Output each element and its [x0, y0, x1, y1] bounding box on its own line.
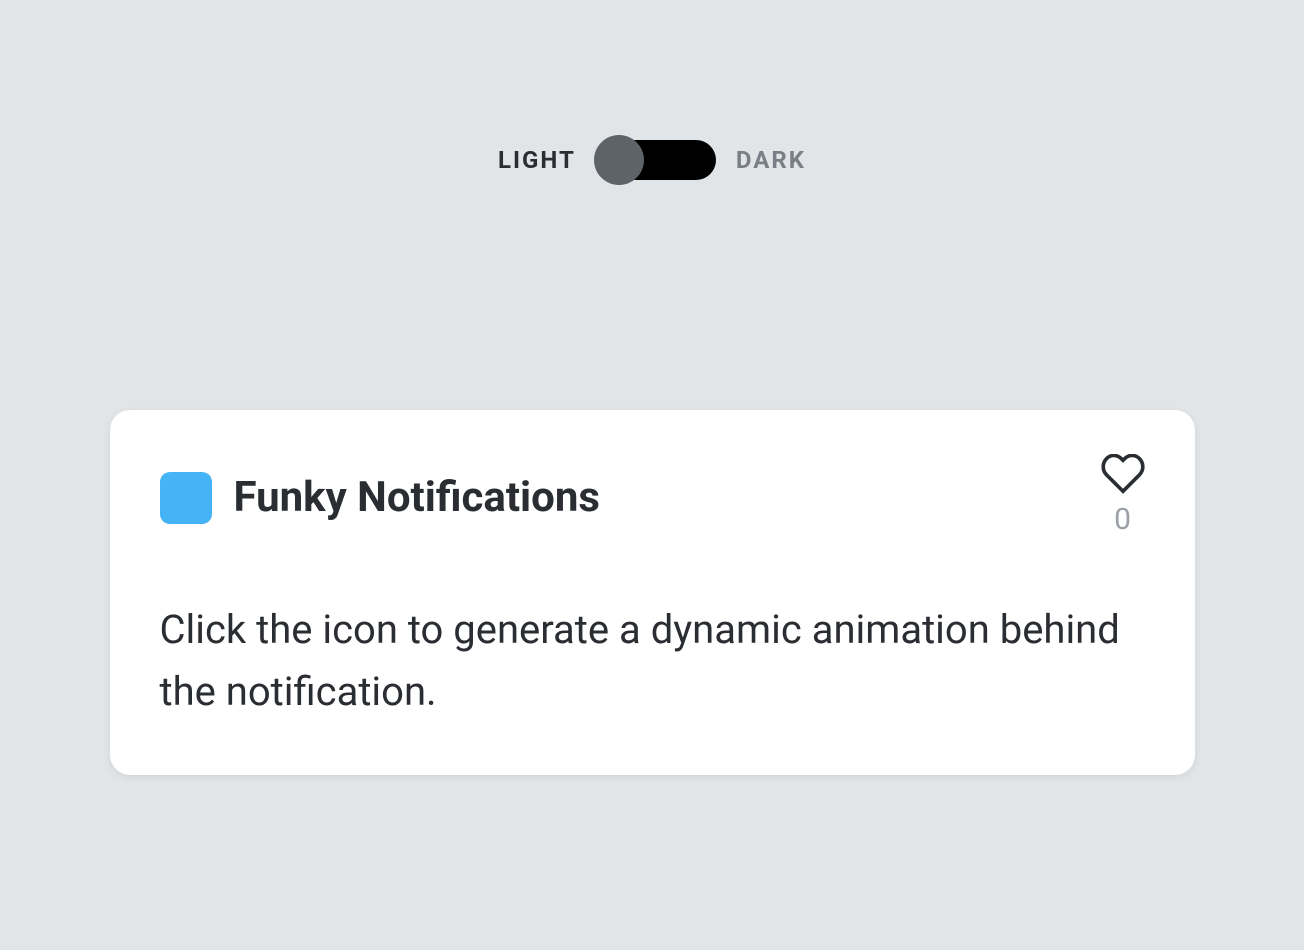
theme-toggle-container: Light Dark: [0, 0, 1304, 180]
dark-theme-label: Dark: [736, 146, 806, 174]
card-header-left: Funky Notifications: [160, 472, 600, 524]
theme-toggle-knob: [594, 135, 644, 185]
heart-icon[interactable]: [1101, 454, 1145, 494]
notification-description: Click the icon to generate a dynamic ani…: [160, 599, 1145, 723]
notification-app-icon[interactable]: [160, 472, 212, 524]
heart-count: 0: [1114, 502, 1131, 537]
light-theme-label: Light: [498, 146, 576, 174]
theme-toggle-switch[interactable]: [596, 140, 716, 180]
card-header-right: 0: [1101, 454, 1145, 537]
notification-card: Funky Notifications 0 Click the icon to …: [110, 410, 1195, 775]
notification-title: Funky Notifications: [234, 473, 600, 522]
card-header: Funky Notifications 0: [160, 458, 1145, 537]
